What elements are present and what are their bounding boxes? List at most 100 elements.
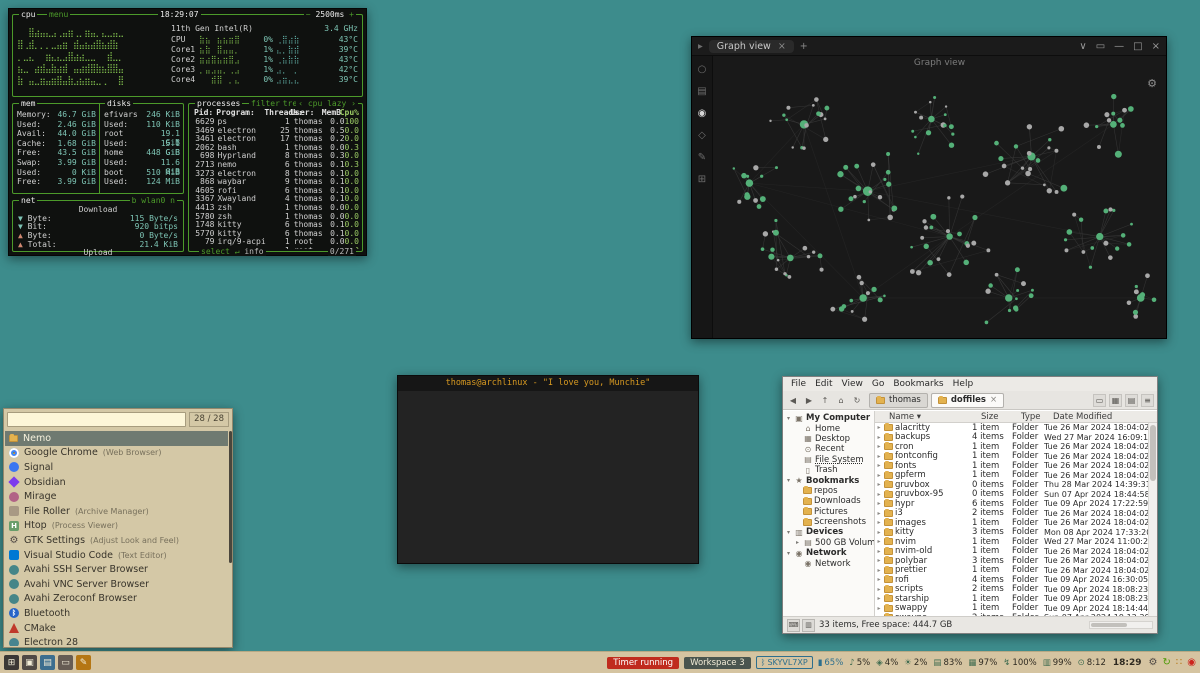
expander-icon[interactable]: ▸ xyxy=(875,424,882,431)
process-row[interactable]: 868waybar9thomas0.10.0 xyxy=(189,177,362,186)
graph-node[interactable] xyxy=(782,113,785,116)
sidebar-item-recent[interactable]: ⊙Recent xyxy=(783,444,874,454)
expander-icon[interactable]: ▸ xyxy=(875,462,882,469)
display-icon[interactable]: ▭ xyxy=(58,655,73,670)
uptime-indicator[interactable]: ⊙8:12 xyxy=(1078,658,1106,668)
graph-node[interactable] xyxy=(947,272,952,277)
process-row[interactable]: 3367Xwayland4thomas0.10.0 xyxy=(189,194,362,203)
graph-node[interactable] xyxy=(1104,112,1109,117)
graph-node[interactable] xyxy=(854,164,859,169)
process-row[interactable]: 3461electron17thomas0.20.0 xyxy=(189,134,362,143)
forward-button[interactable]: ▶ xyxy=(802,393,816,407)
list-view-button[interactable]: ▤ xyxy=(1125,394,1138,407)
graph-node[interactable] xyxy=(820,268,824,272)
graph-node[interactable] xyxy=(1107,118,1111,122)
graph-node[interactable] xyxy=(1014,144,1018,148)
graph-node[interactable] xyxy=(949,143,954,148)
stack-icon[interactable]: ▭ xyxy=(1096,41,1105,52)
graph-node[interactable] xyxy=(1082,250,1086,254)
file-row[interactable]: ▸hypr6 itemsFolderTue 09 Apr 2024 17:22:… xyxy=(875,499,1148,509)
graph-node[interactable] xyxy=(929,225,933,229)
file-row[interactable]: ▸starship1 itemFolderTue 09 Apr 2024 18:… xyxy=(875,594,1148,604)
quick-switcher-icon[interactable]: ○ xyxy=(698,64,707,75)
graph-node[interactable] xyxy=(1008,309,1011,312)
file-row[interactable]: ▸gpferm1 itemFolderTue 26 Mar 2024 18:04… xyxy=(875,471,1148,481)
graph-node[interactable] xyxy=(869,190,872,193)
graph-node[interactable] xyxy=(812,250,815,253)
minimize-icon[interactable]: — xyxy=(1114,41,1124,52)
graph-node[interactable] xyxy=(926,130,931,135)
graph-node[interactable] xyxy=(824,118,827,121)
tab-graph-view[interactable]: Graph view× xyxy=(709,40,794,53)
sidebar-item-desktop[interactable]: ▦Desktop xyxy=(783,434,874,444)
expander-icon[interactable]: ▸ xyxy=(875,481,882,488)
graph-node[interactable] xyxy=(746,179,754,187)
process-row[interactable]: 2062bash1thomas0.00.3 xyxy=(189,143,362,152)
horizontal-scrollbar[interactable] xyxy=(1089,621,1153,629)
sidebar-toggle-icon[interactable]: ▸ xyxy=(698,41,703,52)
process-row[interactable]: 698Hyprland8thomas0.30.0 xyxy=(189,151,362,160)
volume-indicator[interactable]: ♪5% xyxy=(849,658,870,668)
graph-node[interactable] xyxy=(1115,246,1119,250)
file-row[interactable]: ▸i32 itemsFolderTue 26 Mar 2024 18:04:02… xyxy=(875,509,1148,519)
graph-node[interactable] xyxy=(859,294,867,302)
graph-node[interactable] xyxy=(945,105,947,107)
expander-icon[interactable]: ▸ xyxy=(875,443,882,450)
graph-node[interactable] xyxy=(1048,138,1051,141)
graph-node[interactable] xyxy=(983,171,989,177)
file-row[interactable]: ▸backups4 itemsFolderWed 27 Mar 2024 16:… xyxy=(875,433,1148,443)
expander-icon[interactable]: ▾ xyxy=(785,415,792,422)
back-button[interactable]: ◀ xyxy=(786,393,800,407)
process-row[interactable]: 4413zsh1thomas0.00.0 xyxy=(189,203,362,212)
file-row[interactable]: ▸rofi4 itemsFolderTue 09 Apr 2024 16:30:… xyxy=(875,575,1148,585)
graph-node[interactable] xyxy=(1121,233,1126,238)
graph-node[interactable] xyxy=(960,195,964,199)
maximize-icon[interactable]: □ xyxy=(1133,41,1142,52)
graph-node[interactable] xyxy=(848,196,853,201)
graph-node[interactable] xyxy=(1025,171,1031,177)
graph-node[interactable] xyxy=(943,124,946,127)
graph-node[interactable] xyxy=(770,247,774,251)
expander-icon[interactable]: ▾ xyxy=(785,529,792,536)
app-item-google-chrome[interactable]: Google Chrome(Web Browser) xyxy=(5,446,228,461)
graph-node[interactable] xyxy=(807,255,811,259)
graph-node[interactable] xyxy=(773,230,779,236)
graph-node[interactable] xyxy=(760,196,766,202)
graph-node[interactable] xyxy=(768,254,774,260)
menu-file[interactable]: File xyxy=(787,379,810,389)
graph-node[interactable] xyxy=(883,295,886,298)
reload-button[interactable]: ↻ xyxy=(850,393,864,407)
new-tab-button[interactable]: + xyxy=(800,41,808,52)
process-row[interactable]: 79irq/9-acpi1root0.00.0 xyxy=(189,237,362,246)
graph-node[interactable] xyxy=(886,182,891,187)
graph-node[interactable] xyxy=(947,196,950,199)
graph-node[interactable] xyxy=(843,165,848,170)
graph-node[interactable] xyxy=(737,200,741,204)
menu-button[interactable]: ≡ xyxy=(1141,394,1154,407)
graph-node[interactable] xyxy=(1005,180,1010,185)
graph-node[interactable] xyxy=(1130,223,1133,226)
graph-node[interactable] xyxy=(1128,106,1134,112)
sidebar-item-500-gb-volume[interactable]: ▸▤500 GB Volume xyxy=(783,538,874,548)
graph-node[interactable] xyxy=(1095,125,1098,128)
graph-node[interactable] xyxy=(1043,183,1046,186)
graph-node[interactable] xyxy=(1103,241,1108,246)
editor-icon[interactable]: ✎ xyxy=(76,655,91,670)
graph-node[interactable] xyxy=(783,272,786,275)
file-row[interactable]: ▸kitty3 itemsFolderMon 08 Apr 2024 17:33… xyxy=(875,528,1148,538)
graph-node[interactable] xyxy=(851,310,854,313)
sidebar-item-pictures[interactable]: Pictures xyxy=(783,507,874,517)
file-row[interactable]: ▸fonts1 itemFolderTue 26 Mar 2024 18:04:… xyxy=(875,461,1148,471)
graph-node[interactable] xyxy=(994,141,999,146)
file-row[interactable]: ▸gruvbox-950 itemsFolderSun 07 Apr 2024 … xyxy=(875,490,1148,500)
graph-node[interactable] xyxy=(917,153,919,155)
graph-node[interactable] xyxy=(1117,118,1122,123)
vertical-scrollbar[interactable] xyxy=(1148,423,1157,616)
app-item-avahi-vnc-server-browser[interactable]: Avahi VNC Server Browser xyxy=(5,577,228,592)
graph-node[interactable] xyxy=(1108,207,1112,211)
graph-node[interactable] xyxy=(1084,122,1090,128)
graph-node[interactable] xyxy=(946,229,950,233)
microphone-indicator[interactable]: ◈4% xyxy=(876,658,898,668)
graph-node[interactable] xyxy=(1133,310,1138,315)
sidebar-item-screenshots[interactable]: Screenshots xyxy=(783,517,874,527)
